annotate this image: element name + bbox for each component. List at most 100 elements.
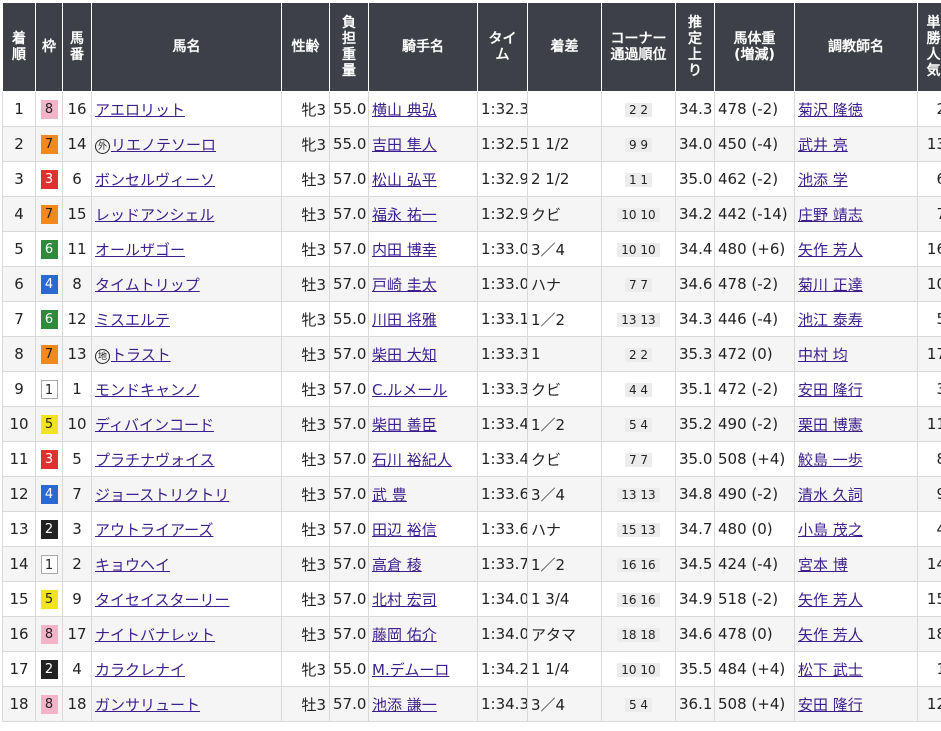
body-weight-cell: 490 (-2) — [714, 476, 795, 512]
rank-cell: 10 — [2, 406, 36, 442]
horse-link[interactable]: モンドキャンノ — [95, 381, 199, 399]
header-waku: 枠 — [35, 2, 63, 92]
trainer-link[interactable]: 清水 久詞 — [798, 486, 863, 504]
weight-carried-cell: 57.0 — [329, 511, 369, 547]
jockey-link[interactable]: 内田 博幸 — [372, 241, 437, 259]
time-cell: 1:33.6 — [477, 511, 528, 547]
jockey-link[interactable]: 田辺 裕信 — [372, 521, 437, 539]
jockey-link[interactable]: 川田 将雅 — [372, 311, 437, 329]
trainer-link[interactable]: 菊沢 隆徳 — [798, 101, 863, 119]
weight-carried-cell: 57.0 — [329, 546, 369, 582]
jockey-cell: 北村 宏司 — [368, 581, 478, 617]
corner-cell: 2 2 — [601, 91, 676, 127]
margin-cell: クビ — [527, 441, 602, 477]
horse-link[interactable]: ジョーストリクトリ — [95, 486, 229, 504]
header-trainer: 調教師名 — [794, 2, 918, 92]
corner-pos-1: 2 — [628, 348, 637, 362]
horse-link[interactable]: オールザゴー — [95, 241, 185, 259]
trainer-link[interactable]: 松下 武士 — [798, 661, 863, 679]
rank-cell: 2 — [2, 126, 36, 162]
jockey-link[interactable]: 高倉 稜 — [372, 556, 422, 574]
trainer-link[interactable]: 武井 亮 — [798, 136, 848, 154]
horse-link[interactable]: ナイトバナレット — [95, 626, 215, 644]
jockey-link[interactable]: 池添 謙一 — [372, 696, 437, 714]
jockey-link[interactable]: 武 豊 — [372, 486, 407, 504]
rank-cell: 15 — [2, 581, 36, 617]
jockey-cell: 福永 祐一 — [368, 196, 478, 232]
trainer-link[interactable]: 栗田 博憲 — [798, 416, 863, 434]
trainer-link[interactable]: 池添 学 — [798, 171, 848, 189]
trainer-link[interactable]: 庄野 靖志 — [798, 206, 863, 224]
jockey-link[interactable]: 北村 宏司 — [372, 591, 437, 609]
trainer-link[interactable]: 池江 泰寿 — [798, 311, 863, 329]
margin-cell: 1 3/4 — [527, 581, 602, 617]
jockey-link[interactable]: 石川 裕紀人 — [372, 451, 452, 469]
sex-age-cell: 牡3 — [281, 581, 330, 617]
results-body: 1 8 16 アエロリット 牝3 55.0 横山 典弘 1:32.3 2 2 34.3 478 (-… — [2, 91, 941, 722]
time-cell: 1:32.5 — [477, 126, 528, 162]
trainer-link[interactable]: 菊川 正達 — [798, 276, 863, 294]
margin-cell: 3／4 — [527, 476, 602, 512]
horse-link[interactable]: プラチナヴォイス — [95, 451, 215, 469]
margin-cell: 1／2 — [527, 301, 602, 337]
popularity-cell: 3 — [917, 371, 941, 407]
corner-positions: 7 7 — [624, 278, 653, 292]
trainer-link[interactable]: 鮫島 一歩 — [798, 451, 863, 469]
popularity-cell: 2 — [917, 91, 941, 127]
corner-pos-1: 10 — [621, 208, 637, 222]
horse-link[interactable]: アエロリット — [95, 101, 185, 119]
horse-link[interactable]: トラスト — [111, 346, 171, 364]
jockey-link[interactable]: 吉田 隼人 — [372, 136, 437, 154]
horse-link[interactable]: タイムトリップ — [95, 276, 200, 294]
horse-link[interactable]: ボンセルヴィーソ — [95, 171, 215, 189]
jockey-link[interactable]: 福永 祐一 — [372, 206, 437, 224]
horse-link[interactable]: レッドアンシェル — [95, 206, 214, 224]
sex-age-cell: 牡3 — [281, 511, 330, 547]
horse-link[interactable]: ミスエルテ — [95, 311, 170, 329]
corner-pos-2: 2 — [640, 348, 649, 362]
corner-positions: 16 16 — [617, 593, 660, 607]
trainer-cell: 池添 学 — [794, 161, 918, 197]
weight-carried-cell: 57.0 — [329, 441, 369, 477]
trainer-cell: 菊川 正達 — [794, 266, 918, 302]
popularity-cell: 8 — [917, 441, 941, 477]
trainer-link[interactable]: 小島 茂之 — [798, 521, 863, 539]
jockey-link[interactable]: 戸崎 圭太 — [372, 276, 437, 294]
horse-link[interactable]: アウトライアーズ — [95, 521, 213, 539]
horse-link[interactable]: タイセイスターリー — [95, 591, 230, 609]
horse-link[interactable]: キョウヘイ — [95, 556, 170, 574]
jockey-link[interactable]: 横山 典弘 — [372, 101, 437, 119]
jockey-link[interactable]: 柴田 善臣 — [372, 416, 437, 434]
header-chakujun: 着順 — [2, 2, 36, 92]
horse-link[interactable]: リエノテソーロ — [111, 136, 216, 154]
corner-positions: 10 10 — [617, 243, 660, 257]
jockey-link[interactable]: 藤岡 佑介 — [372, 626, 437, 644]
trainer-link[interactable]: 安田 隆行 — [798, 381, 863, 399]
trainer-link[interactable]: 矢作 芳人 — [798, 626, 863, 644]
trainer-link[interactable]: 矢作 芳人 — [798, 241, 863, 259]
sex-age-cell: 牡3 — [281, 406, 330, 442]
horse-link[interactable]: ディバインコード — [95, 416, 214, 434]
trainer-link[interactable]: 矢作 芳人 — [798, 591, 863, 609]
corner-cell: 7 7 — [601, 266, 676, 302]
last-3f-cell: 35.0 — [675, 441, 715, 477]
trainer-link[interactable]: 宮本 博 — [798, 556, 848, 574]
sex-age-cell: 牝3 — [281, 301, 330, 337]
horse-link[interactable]: ガンサリュート — [95, 696, 200, 714]
waku-badge: 2 — [40, 520, 58, 539]
jockey-cell: 横山 典弘 — [368, 91, 478, 127]
corner-cell: 13 13 — [601, 301, 676, 337]
jockey-link[interactable]: C.ルメール — [372, 381, 447, 399]
corner-pos-1: 9 — [628, 138, 637, 152]
last-3f-cell: 35.2 — [675, 406, 715, 442]
trainer-link[interactable]: 安田 隆行 — [798, 696, 863, 714]
time-cell: 1:34.0 — [477, 616, 528, 652]
jockey-link[interactable]: M.デムーロ — [372, 661, 449, 679]
weight-carried-cell: 57.0 — [329, 231, 369, 267]
sex-age-cell: 牡3 — [281, 196, 330, 232]
horse-link[interactable]: カラクレナイ — [95, 661, 185, 679]
jockey-link[interactable]: 松山 弘平 — [372, 171, 437, 189]
rank-cell: 3 — [2, 161, 36, 197]
jockey-link[interactable]: 柴田 大知 — [372, 346, 437, 364]
trainer-link[interactable]: 中村 均 — [798, 346, 848, 364]
